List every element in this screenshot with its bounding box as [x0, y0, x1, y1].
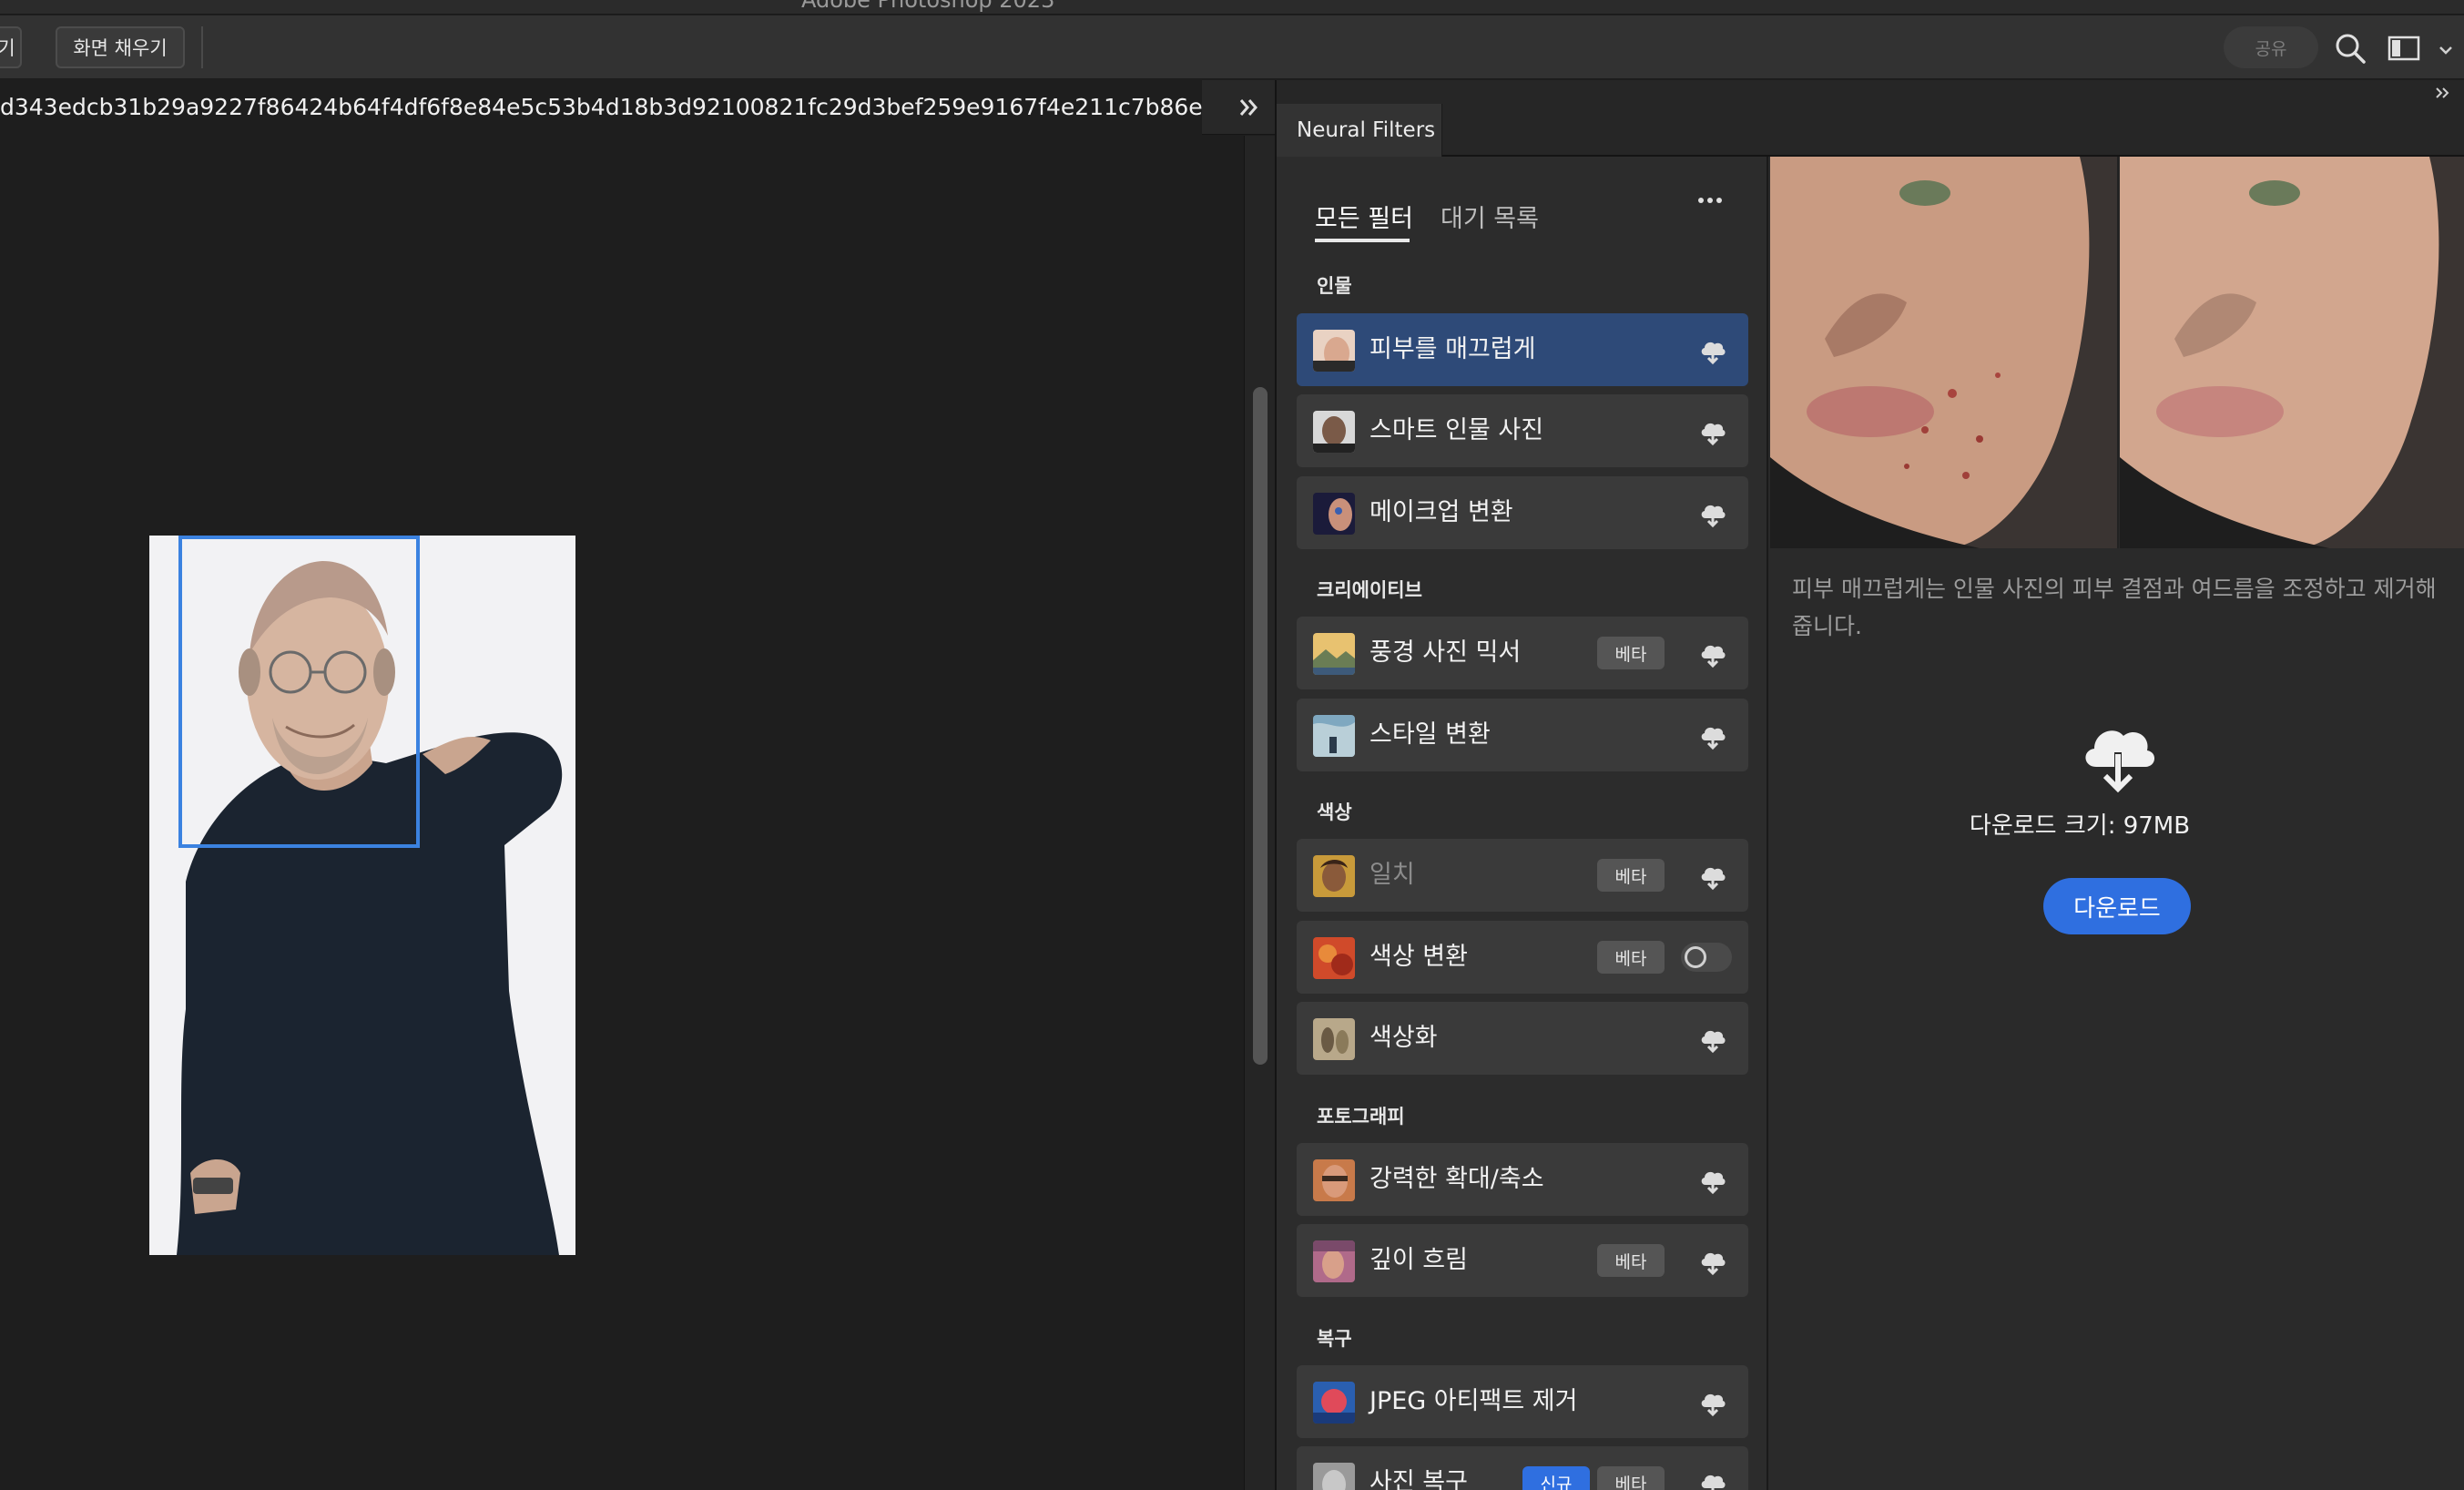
share-button[interactable]: 공유	[2224, 26, 2318, 68]
category-color: 색상	[1317, 801, 1352, 823]
active-tab-indicator	[1315, 239, 1410, 242]
filter-thumbnail	[1313, 411, 1355, 453]
cloud-download-icon[interactable]	[1697, 638, 1728, 669]
face-detection-box[interactable]	[178, 536, 420, 848]
filter-description: 피부 매끄럽게는 인물 사진의 피부 결점과 여드름을 조정하고 제거해 줍니다…	[1792, 576, 2437, 639]
cloud-download-icon[interactable]	[1697, 498, 1728, 529]
filter-thumbnail	[1313, 493, 1355, 535]
cloud-download-icon[interactable]	[1697, 335, 1728, 366]
filter-item-color-transfer[interactable]: 색상 변환 베타	[1297, 921, 1748, 994]
cloud-download-icon[interactable]	[1697, 720, 1728, 751]
filter-item-landscape-mixer[interactable]: 풍경 사진 믹서 베타	[1297, 617, 1748, 689]
filter-list: 모든 필터 대기 목록 인물 피부를 매끄럽게 스마트 인물 사진 메이크업 변…	[1277, 157, 1768, 1490]
chevron-down-icon[interactable]	[2437, 41, 2455, 59]
filter-name: 사진 복구	[1369, 1468, 1468, 1490]
more-options-icon[interactable]	[1692, 191, 1728, 209]
filter-name: 강력한 확대/축소	[1369, 1165, 1544, 1193]
document-tab[interactable]: d343edcb31b29a9227f86424b64f4df6f8e84e5c…	[0, 80, 1202, 135]
panel-tab-neural-filters[interactable]: Neural Filters	[1277, 104, 1442, 157]
filter-thumbnail	[1313, 1159, 1355, 1201]
filter-thumbnail	[1313, 633, 1355, 675]
filter-thumbnail	[1313, 715, 1355, 757]
filter-thumbnail	[1313, 855, 1355, 897]
filter-thumbnail	[1313, 1240, 1355, 1282]
filter-item-smart-portrait[interactable]: 스마트 인물 사진	[1297, 394, 1748, 467]
double-chevron-right-icon[interactable]	[1237, 95, 1262, 120]
filter-name: 깊이 흐림	[1369, 1246, 1468, 1274]
document-title: d343edcb31b29a9227f86424b64f4df6f8e84e5c…	[0, 94, 1202, 120]
filter-item-style-transfer[interactable]: 스타일 변환	[1297, 699, 1748, 771]
beta-badge: 베타	[1597, 941, 1665, 974]
window-title: Adobe Photoshop 2023	[801, 0, 1055, 13]
canvas-scrollbar[interactable]	[1244, 136, 1275, 1490]
filter-item-makeup-transfer[interactable]: 메이크업 변환	[1297, 476, 1748, 549]
category-restoration: 복구	[1317, 1328, 1352, 1350]
cloud-download-icon[interactable]	[1697, 1387, 1728, 1418]
filter-thumbnail	[1313, 1382, 1355, 1424]
filter-name: 풍경 사진 믹서	[1369, 638, 1522, 667]
cloud-download-icon[interactable]	[1697, 1246, 1728, 1277]
document-tab-bar: d343edcb31b29a9227f86424b64f4df6f8e84e5c…	[0, 80, 1275, 135]
panel-header: Neural Filters	[1277, 80, 2464, 157]
filter-name: 스타일 변환	[1369, 720, 1491, 749]
filter-item-jpeg-artifact-removal[interactable]: JPEG 아티팩트 제거	[1297, 1365, 1748, 1438]
filter-item-depth-blur[interactable]: 깊이 흐림 베타	[1297, 1224, 1748, 1297]
title-bar: Adobe Photoshop 2023	[0, 0, 2464, 15]
filter-detail: 피부 매끄럽게는 인물 사진의 피부 결점과 여드름을 조정하고 제거해 줍니다…	[1770, 157, 2464, 1490]
filter-name: 색상화	[1369, 1024, 1438, 1052]
category-creative: 크리에이티브	[1317, 579, 1422, 601]
download-button[interactable]: 다운로드	[2043, 878, 2191, 934]
double-chevron-right-icon[interactable]	[2433, 84, 2451, 102]
fit-screen-button[interactable]: 기	[0, 26, 22, 68]
cloud-download-icon[interactable]	[1697, 1468, 1728, 1490]
cloud-download-icon[interactable]	[1697, 1024, 1728, 1055]
tab-all-filters[interactable]: 모든 필터	[1315, 199, 1413, 234]
filter-item-harmonization[interactable]: 일치 베타	[1297, 839, 1748, 912]
fill-screen-button[interactable]: 화면 채우기	[56, 26, 185, 68]
filter-name: 피부를 매끄럽게	[1369, 335, 1536, 363]
options-divider	[201, 26, 203, 68]
new-badge: 신규	[1522, 1466, 1590, 1490]
filter-name: 메이크업 변환	[1369, 498, 1513, 526]
search-icon[interactable]	[2334, 32, 2367, 65]
download-size: 다운로드 크기: 97MB	[1969, 812, 2191, 840]
filter-item-colorize[interactable]: 색상화	[1297, 1002, 1748, 1075]
filter-toggle[interactable]	[1681, 943, 1732, 972]
filter-name: 일치	[1369, 861, 1415, 889]
before-after-preview-image	[1770, 157, 2464, 548]
category-photography: 포토그래피	[1317, 1106, 1405, 1128]
filter-thumbnail	[1313, 1463, 1355, 1490]
filter-item-skin-smoothing[interactable]: 피부를 매끄럽게	[1297, 313, 1748, 386]
filter-name: 색상 변환	[1369, 943, 1468, 971]
cloud-download-icon	[2085, 730, 2155, 793]
scrollbar-thumb[interactable]	[1253, 387, 1268, 1065]
filter-thumbnail	[1313, 937, 1355, 979]
filter-thumbnail	[1313, 330, 1355, 372]
options-bar: 기 화면 채우기 공유	[0, 15, 2464, 79]
beta-badge: 베타	[1597, 1244, 1665, 1277]
filter-name: 스마트 인물 사진	[1369, 416, 1544, 444]
category-portraits: 인물	[1317, 275, 1352, 297]
workspace-layout-icon[interactable]	[2388, 34, 2420, 63]
beta-badge: 베타	[1597, 859, 1665, 892]
cloud-download-icon[interactable]	[1697, 861, 1728, 892]
filter-item-super-zoom[interactable]: 강력한 확대/축소	[1297, 1143, 1748, 1216]
filter-thumbnail	[1313, 1018, 1355, 1060]
cloud-download-icon[interactable]	[1697, 416, 1728, 447]
cloud-download-icon[interactable]	[1697, 1165, 1728, 1196]
filter-item-photo-restoration[interactable]: 사진 복구 신규 베타	[1297, 1446, 1748, 1490]
tab-wait-list[interactable]: 대기 목록	[1441, 199, 1539, 234]
neural-filters-panel: Neural Filters 모든 필터 대기 목록 인물 피부를 매끄럽게 스…	[1275, 80, 2464, 1490]
beta-badge: 베타	[1597, 637, 1665, 669]
filter-name: JPEG 아티팩트 제거	[1369, 1387, 1578, 1415]
beta-badge: 베타	[1597, 1466, 1665, 1490]
